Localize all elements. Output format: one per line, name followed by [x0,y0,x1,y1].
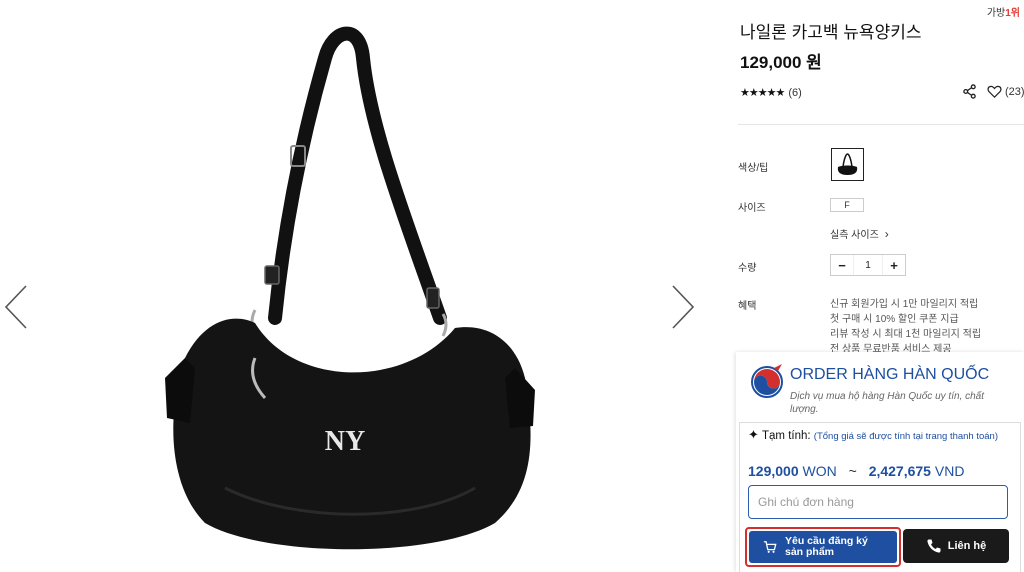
quantity-plus-button[interactable]: + [883,255,905,275]
korea-order-logo [751,364,783,398]
tilde: ~ [848,463,857,479]
order-panel: ORDER HÀNG HÀN QUỐC Dịch vụ mua hộ hàng … [736,352,1024,572]
request-product-button-inner: Yêu cầu đăng ký sản phẩm [749,531,897,563]
benefit-item: 첫 구매 시 10% 할인 쿠폰 지급 [830,314,959,325]
color-option-black[interactable] [831,148,864,181]
sparkle-icon: ✦ [748,427,759,442]
benefit-item: 신규 회원가입 시 1만 마일리지 적립 [830,299,979,310]
vnd-unit: VND [934,463,965,479]
won-unit: WON [802,463,837,479]
benefit-label: 혜택 [738,301,757,312]
next-image-button[interactable] [667,284,697,330]
request-product-button[interactable]: Yêu cầu đăng ký sản phẩm [745,527,901,567]
estimate-box: ✦ Tạm tính: (Tổng giá sẽ được tính tại tr… [739,422,1021,572]
rating[interactable]: ★★★★★ (6) [740,86,802,100]
chevron-right-icon: › [884,226,889,241]
size-guide-link[interactable]: 실측 사이즈 › [830,226,889,242]
heart-icon[interactable] [987,84,1002,99]
size-label: 사이즈 [738,203,766,214]
benefit-list: 신규 회원가입 시 1만 마일리지 적립 첫 구매 시 10% 할인 쿠폰 지급… [830,297,1020,355]
product-gallery: NY [0,0,720,572]
chevron-left-icon [4,285,27,329]
order-note-input[interactable] [748,485,1008,519]
chevron-right-icon [672,285,695,329]
contact-label: Liên hệ [947,540,987,552]
svg-text:NY: NY [325,426,365,457]
order-header: ORDER HÀNG HÀN QUỐC Dịch vụ mua hộ hàng … [748,362,1018,426]
review-count: (6) [788,86,802,99]
size-guide-label: 실측 사이즈 [830,230,879,241]
won-amount: 129,000 [748,463,799,479]
estimate-note: (Tổng giá sẽ được tính tại trang thanh t… [813,431,999,442]
cart-icon [763,541,777,553]
prev-image-button[interactable] [2,284,32,330]
quantity-value[interactable]: 1 [853,255,883,275]
estimate-prices: 129,000 WON ~ 2,427,675 VND [748,463,964,479]
product-price: 129,000 원 [740,53,822,72]
star-rating: ★★★★★ [740,87,785,99]
product-title: 나일론 카고백 뉴욕양키스 [740,23,922,42]
quantity-minus-button[interactable]: − [831,255,853,275]
share-like-bar: (23) [962,84,1024,99]
estimate-label: Tạm tính: [762,430,811,442]
order-description: Dịch vụ mua hộ hàng Hàn Quốc uy tín, chấ… [790,391,984,415]
bag-thumbnail [837,153,858,175]
order-title: ORDER HÀNG HÀN QUỐC [790,366,990,383]
phone-icon [927,539,941,553]
estimate-label-row: ✦ Tạm tính: (Tổng giá sẽ được tính tại tr… [748,427,1018,445]
request-label-line2: sản phẩm [785,546,835,558]
share-icon[interactable] [962,84,977,99]
like-count: (23) [1005,85,1024,98]
benefit-item: 리뷰 작성 시 최대 1천 마일리지 적립 [830,329,982,340]
request-label: Yêu cầu đăng ký sản phẩm [785,536,868,558]
color-label: 색상/팁 [738,163,769,174]
product-image: NY [165,26,535,550]
contact-button[interactable]: Liên hệ [903,529,1009,563]
quantity-stepper: − 1 + [830,254,906,276]
size-option[interactable]: F [830,198,864,212]
quantity-label: 수량 [738,263,757,274]
vnd-amount: 2,427,675 [868,463,931,479]
divider [738,124,1024,125]
